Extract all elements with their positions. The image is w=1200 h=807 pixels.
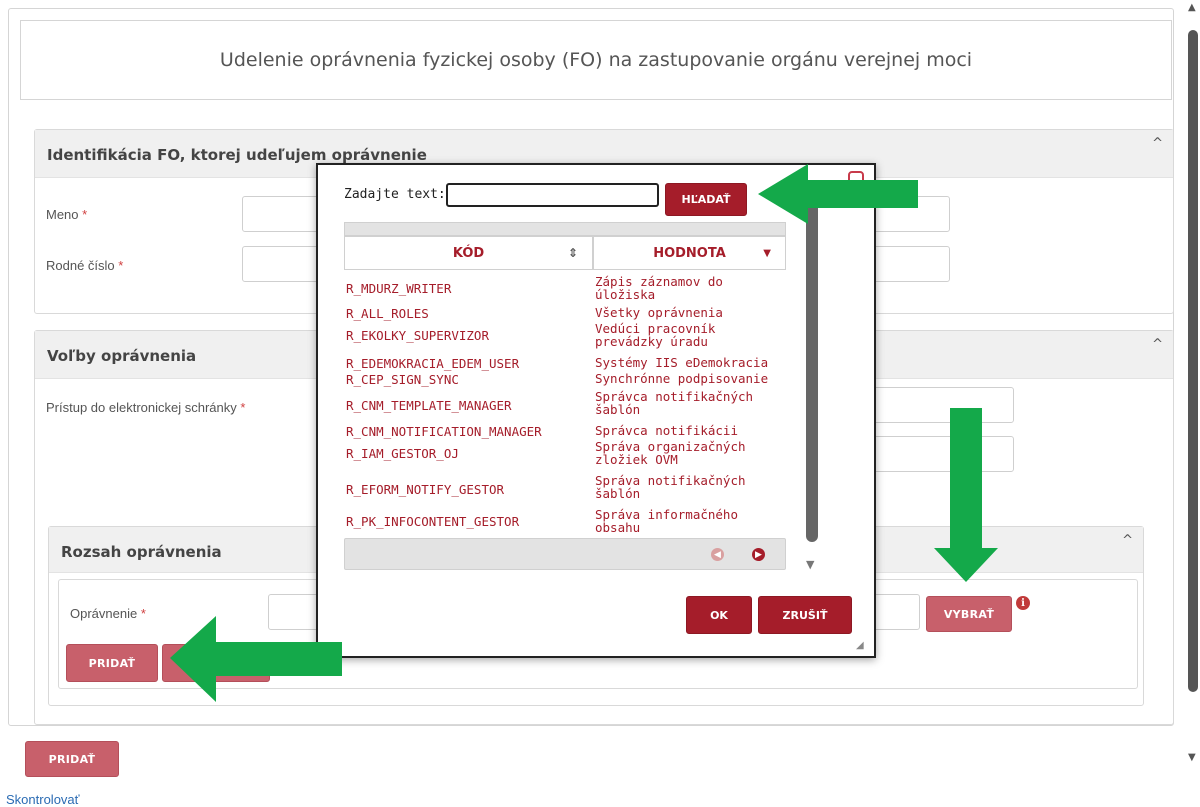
page-title: Udelenie oprávnenia fyzickej osoby (FO) …	[219, 49, 973, 71]
table-row-code[interactable]: R_CNM_TEMPLATE_MANAGER	[346, 398, 512, 413]
table-row-value[interactable]: Správa notifikačných šablón	[595, 474, 790, 500]
mailbox-access-label: Prístup do elektronickej schránky *	[46, 400, 246, 415]
table-row-code[interactable]: R_ALL_ROLES	[346, 306, 429, 321]
sort-desc-icon[interactable]: ▼	[763, 248, 771, 259]
collapse-caret-icon[interactable]: ^	[1152, 337, 1163, 352]
sort-icon[interactable]: ⇕	[568, 246, 578, 260]
collapse-caret-icon[interactable]: ^	[1152, 136, 1163, 151]
search-input[interactable]	[446, 183, 659, 207]
collapse-caret-icon[interactable]: ^	[1122, 533, 1133, 548]
table-row-value[interactable]: Systémy IIS eDemokracia	[595, 356, 790, 369]
table-row-value[interactable]: Synchrónne podpisovanie	[595, 372, 790, 385]
dialog-scrollbar[interactable]	[806, 180, 818, 542]
select-button[interactable]: VYBRAŤ	[926, 596, 1012, 632]
table-row-value[interactable]: Správa organizačných zložiek OVM	[595, 440, 790, 466]
birth-number-label: Rodné číslo *	[46, 258, 124, 273]
permission-label: Oprávnenie *	[70, 606, 146, 621]
info-icon[interactable]: i	[1016, 596, 1030, 610]
arrow-left-icon	[758, 164, 918, 224]
identification-section-title: Identifikácia FO, ktorej udeľujem oprávn…	[47, 146, 427, 164]
table-row-value[interactable]: Vedúci pracovník prevádzky úradu	[595, 322, 790, 348]
resize-grip-icon[interactable]: ◢	[856, 640, 870, 654]
scope-section-title: Rozsah oprávnenia	[61, 543, 222, 561]
page-scrollbar[interactable]	[1188, 30, 1198, 692]
scroll-down-icon[interactable]: ▼	[1188, 752, 1196, 763]
scope-add-button[interactable]: PRIDAŤ	[66, 644, 158, 682]
column-header-code-label: KÓD	[452, 245, 485, 261]
table-row-code[interactable]: R_MDURZ_WRITER	[346, 281, 451, 296]
first-name-label: Meno *	[46, 207, 88, 222]
table-row-value[interactable]: Správca notifikácii	[595, 424, 790, 437]
grid-toolbar	[344, 222, 786, 236]
table-row-code[interactable]: R_EDEMOKRACIA_EDEM_USER	[346, 356, 519, 371]
table-row-code[interactable]: R_EKOLKY_SUPERVIZOR	[346, 328, 489, 343]
column-header-value[interactable]: HODNOTA ▼	[593, 236, 786, 270]
table-row-code[interactable]: R_IAM_GESTOR_OJ	[346, 446, 459, 461]
table-row-value[interactable]: Správa informačného obsahu	[595, 508, 790, 534]
table-row-code[interactable]: R_CEP_SIGN_SYNC	[346, 372, 459, 387]
table-row-code[interactable]: R_PK_INFOCONTENT_GESTOR	[346, 514, 519, 529]
options-section-title: Voľby oprávnenia	[47, 347, 197, 365]
next-page-icon[interactable]: ▶	[752, 548, 765, 561]
column-header-code[interactable]: KÓD ⇕	[344, 236, 593, 270]
table-row-code[interactable]: R_CNM_NOTIFICATION_MANAGER	[346, 424, 542, 439]
title-panel: Udelenie oprávnenia fyzickej osoby (FO) …	[20, 20, 1172, 100]
previous-page-icon[interactable]: ◀	[711, 548, 724, 561]
dialog-scroll-down-icon[interactable]: ▼	[806, 558, 814, 571]
ok-button[interactable]: OK	[686, 596, 752, 634]
search-button[interactable]: HĽADAŤ	[665, 183, 747, 216]
column-header-value-label: HODNOTA	[653, 245, 726, 261]
table-row-value[interactable]: Správca notifikačných šablón	[595, 390, 790, 416]
table-row-code[interactable]: R_EFORM_NOTIFY_GESTOR	[346, 482, 504, 497]
table-row-value[interactable]: Všetky oprávnenia	[595, 306, 790, 319]
add-button[interactable]: PRIDAŤ	[25, 741, 119, 777]
search-label: Zadajte text:	[344, 187, 446, 202]
arrow-down-icon	[934, 408, 998, 582]
arrow-left-icon	[170, 616, 342, 702]
scroll-up-icon[interactable]: ▲	[1188, 2, 1196, 13]
cancel-button[interactable]: ZRUŠIŤ	[758, 596, 852, 634]
table-row-value[interactable]: Zápis záznamov do úložiska	[595, 275, 790, 301]
